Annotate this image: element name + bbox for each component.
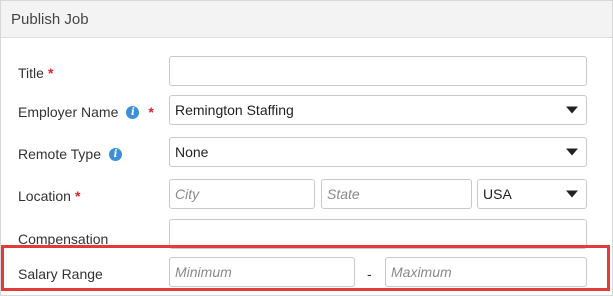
salary-max-placeholder: Maximum xyxy=(391,264,452,280)
city-input[interactable]: City xyxy=(169,179,315,209)
city-placeholder: City xyxy=(175,186,200,202)
state-placeholder: State xyxy=(327,186,360,202)
salary-label-group: Salary Range xyxy=(18,266,103,282)
chevron-down-icon xyxy=(566,148,578,156)
required-marker: * xyxy=(74,188,81,204)
remote-label-group: Remote Type i xyxy=(18,146,123,162)
remote-row: Remote Type i None xyxy=(1,137,612,171)
state-input[interactable]: State xyxy=(321,179,472,209)
remote-type-select[interactable]: None xyxy=(169,137,587,167)
country-select-value: USA xyxy=(483,186,512,202)
employer-row: Employer Name i * Remington Staffing xyxy=(1,95,612,129)
employer-label-group: Employer Name i * xyxy=(18,104,154,120)
panel-title: Publish Job xyxy=(11,10,89,28)
salary-range-separator: - xyxy=(367,266,372,282)
salary-min-input[interactable]: Minimum xyxy=(169,257,355,287)
title-input[interactable] xyxy=(169,56,587,86)
compensation-row: Compensation xyxy=(1,219,612,253)
employer-select-value: Remington Staffing xyxy=(175,102,294,118)
location-label-group: Location * xyxy=(18,188,80,204)
salary-min-placeholder: Minimum xyxy=(175,264,232,280)
location-label: Location xyxy=(18,188,71,204)
remote-type-value: None xyxy=(175,144,209,160)
info-icon[interactable]: i xyxy=(126,105,140,119)
chevron-down-icon xyxy=(566,190,578,198)
compensation-input[interactable] xyxy=(169,219,587,249)
info-icon[interactable]: i xyxy=(109,147,123,161)
employer-select[interactable]: Remington Staffing xyxy=(169,95,587,125)
country-select[interactable]: USA xyxy=(477,179,587,209)
salary-max-input[interactable]: Maximum xyxy=(385,257,587,287)
compensation-label: Compensation xyxy=(18,231,109,248)
panel-header: Publish Job xyxy=(1,1,612,38)
publish-job-panel: Publish Job Title * Employer Name i * Re… xyxy=(0,0,613,296)
title-row: Title * xyxy=(1,56,612,90)
salary-row: Salary Range Minimum - Maximum xyxy=(1,257,612,291)
location-row: Location * City State USA xyxy=(1,179,612,213)
employer-label: Employer Name xyxy=(18,104,119,120)
salary-label: Salary Range xyxy=(18,266,103,282)
required-marker: * xyxy=(148,104,154,120)
title-label: Title xyxy=(18,65,44,81)
chevron-down-icon xyxy=(566,106,578,114)
compensation-label-group: Compensation xyxy=(18,231,108,247)
title-label-group: Title * xyxy=(18,65,53,81)
required-marker: * xyxy=(47,65,54,81)
remote-label: Remote Type xyxy=(18,146,102,162)
